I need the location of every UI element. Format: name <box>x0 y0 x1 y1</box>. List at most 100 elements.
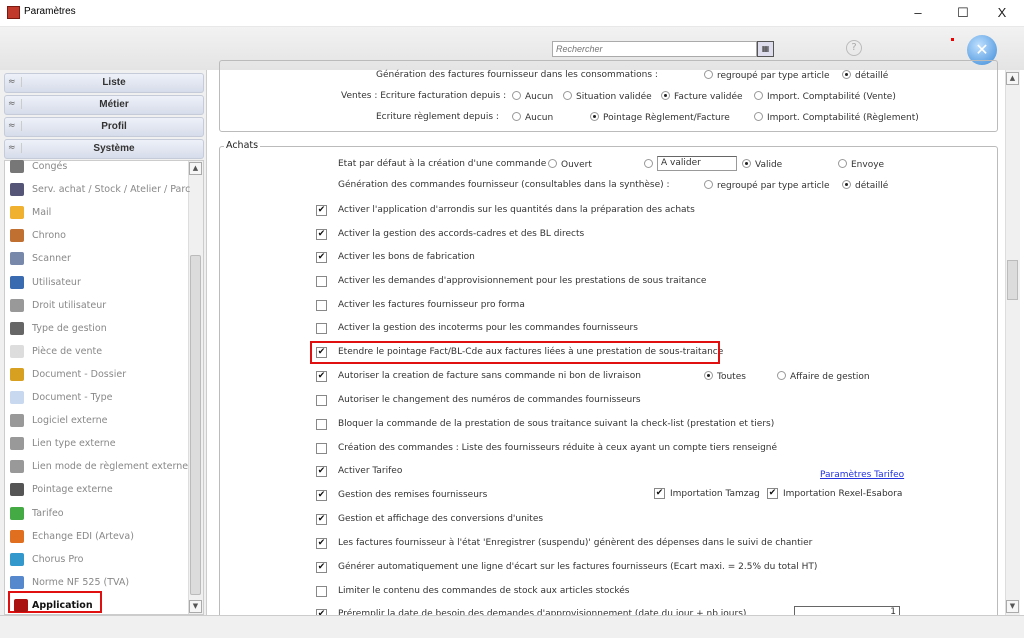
radio-label: Import. Comptabilité (Règlement) <box>767 113 919 123</box>
a-valider-field[interactable]: A valider <box>657 156 737 171</box>
sidebar-item-label: Scanner <box>32 253 71 265</box>
scroll-up-icon[interactable]: ▲ <box>1006 72 1019 85</box>
radio-icon[interactable] <box>754 112 763 121</box>
checkbox[interactable]: ✔ <box>316 538 327 549</box>
sidebar-item-label: Lien type externe <box>32 438 116 450</box>
checkbox[interactable]: ✔ <box>316 371 327 382</box>
radio-option[interactable]: Aucun <box>512 112 553 123</box>
checkbox[interactable] <box>316 395 327 406</box>
scrollbar-thumb[interactable] <box>1007 260 1018 300</box>
checkbox[interactable]: ✔ <box>316 205 327 216</box>
radio-option[interactable]: Import. Comptabilité (Règlement) <box>754 112 919 123</box>
checkbox[interactable]: ✔ <box>316 514 327 525</box>
radio-icon[interactable] <box>548 159 557 168</box>
checkbox[interactable] <box>316 586 327 597</box>
checkbox[interactable] <box>316 323 327 334</box>
radio-label: regroupé par type article <box>717 71 830 81</box>
radio-option[interactable]: Import. Comptabilité (Vente) <box>754 91 896 102</box>
chevron-down-icon: ≈ <box>8 143 22 153</box>
radio-icon[interactable] <box>704 371 713 380</box>
radio-option[interactable]: Situation validée <box>563 91 652 102</box>
radio-icon[interactable] <box>704 70 713 79</box>
main-scrollbar[interactable] <box>1005 70 1020 615</box>
search-icon[interactable]: ▦ <box>757 41 774 57</box>
radio-option[interactable]: détaillé <box>842 70 888 81</box>
scrollbar-thumb[interactable] <box>190 255 201 595</box>
radio-option[interactable]: Facture validée <box>661 91 743 102</box>
checkbox-label: Activer la gestion des incoterms pour le… <box>338 323 638 333</box>
sidebar-item-label: Mail <box>32 207 52 219</box>
label: Ventes : Ecriture facturation depuis : <box>341 91 507 101</box>
scroll-down-icon[interactable]: ▼ <box>189 600 202 613</box>
search-input[interactable] <box>552 41 757 57</box>
chevron-up-icon: ≈ <box>8 121 22 131</box>
radio-icon[interactable] <box>661 91 670 100</box>
sidebar-section-métier[interactable]: ≈ Métier <box>4 95 204 115</box>
checkbox[interactable]: ✔ <box>316 229 327 240</box>
checkbox-label: Gestion et affichage des conversions d'u… <box>338 514 544 524</box>
radio-icon[interactable] <box>838 159 847 168</box>
radio-icon[interactable] <box>742 159 751 168</box>
edi-icon <box>10 529 24 543</box>
radio-option[interactable]: Ouvert <box>548 159 592 170</box>
radio-icon[interactable] <box>563 91 572 100</box>
checkbox[interactable] <box>316 419 327 430</box>
checkbox[interactable]: ✔ <box>316 490 327 501</box>
checkbox-label: Activer Tarifeo <box>338 466 403 476</box>
checkbox-label: Bloquer la commande de la prestation de … <box>338 419 775 429</box>
radio-option[interactable]: regroupé par type article <box>704 70 830 81</box>
checkbox-label: Générer automatiquement une ligne d'écar… <box>338 562 818 572</box>
radio-option[interactable]: détaillé <box>842 180 888 191</box>
radio-option[interactable]: Valide <box>742 159 782 170</box>
radio-label: Valide <box>755 160 783 170</box>
checkbox[interactable] <box>316 443 327 454</box>
tarifeo-settings-link[interactable]: Paramètres Tarifeo <box>820 470 904 480</box>
app-icon <box>7 6 20 19</box>
checkbox[interactable]: ✔ <box>316 562 327 573</box>
scroll-up-icon[interactable]: ▲ <box>189 162 202 175</box>
radio-option[interactable]: Affaire de gestion <box>777 371 870 382</box>
radio-option[interactable]: Pointage Règlement/Facture <box>590 112 730 123</box>
radio-icon[interactable] <box>512 91 521 100</box>
checkbox-label: Création des commandes : Liste des fourn… <box>338 443 778 453</box>
radio-option[interactable]: Toutes <box>704 371 746 382</box>
radio-option[interactable]: regroupé par type article <box>704 180 830 191</box>
maximize-button[interactable]: ☐ <box>948 2 978 24</box>
section-label: Métier <box>99 99 129 110</box>
radio-icon[interactable] <box>777 371 786 380</box>
radio-icon[interactable] <box>644 159 653 168</box>
checkbox[interactable]: ✔ <box>316 466 327 477</box>
calendar-icon <box>10 160 24 173</box>
radio-icon[interactable] <box>512 112 521 121</box>
checkbox[interactable]: ✔ <box>654 488 665 499</box>
checkbox-label: Autoriser le changement des numéros de c… <box>338 395 641 405</box>
highlight-box <box>310 341 720 364</box>
sidebar-item-label: Congés <box>32 161 68 172</box>
scroll-down-icon[interactable]: ▼ <box>1006 600 1019 613</box>
radio-label: Aucun <box>525 113 554 123</box>
radio-option[interactable]: Envoye <box>838 159 884 170</box>
radio-icon[interactable] <box>842 180 851 189</box>
achats-title: Achats <box>224 140 261 151</box>
checkbox[interactable]: ✔ <box>316 252 327 263</box>
radio-icon[interactable] <box>590 112 599 121</box>
close-button[interactable]: X <box>987 2 1017 24</box>
radio-icon[interactable] <box>842 70 851 79</box>
radio-option[interactable]: Aucun <box>512 91 553 102</box>
sidebar-section-système[interactable]: ≈ Système <box>4 139 204 159</box>
radio-icon[interactable] <box>754 91 763 100</box>
checkbox-label: Activer les factures fournisseur pro for… <box>338 300 525 310</box>
checkbox[interactable]: ✔ <box>767 488 778 499</box>
sidebar-section-liste[interactable]: ≈ Liste <box>4 73 204 93</box>
help-icon[interactable]: ? <box>846 40 862 56</box>
minimize-button[interactable]: – <box>903 2 933 24</box>
checkbox[interactable] <box>316 276 327 287</box>
checkbox[interactable] <box>316 300 327 311</box>
radio-option[interactable] <box>644 159 657 170</box>
radio-icon[interactable] <box>704 180 713 189</box>
sidebar-section-profil[interactable]: ≈ Profil <box>4 117 204 137</box>
checkbox-label: Gestion des remises fournisseurs <box>338 490 488 500</box>
checkbox-label: Activer l'application d'arrondis sur les… <box>338 205 695 215</box>
sidebar-item-label: Chorus Pro <box>32 553 84 565</box>
sidebar-item-label: Lien mode de règlement externe <box>32 461 189 473</box>
